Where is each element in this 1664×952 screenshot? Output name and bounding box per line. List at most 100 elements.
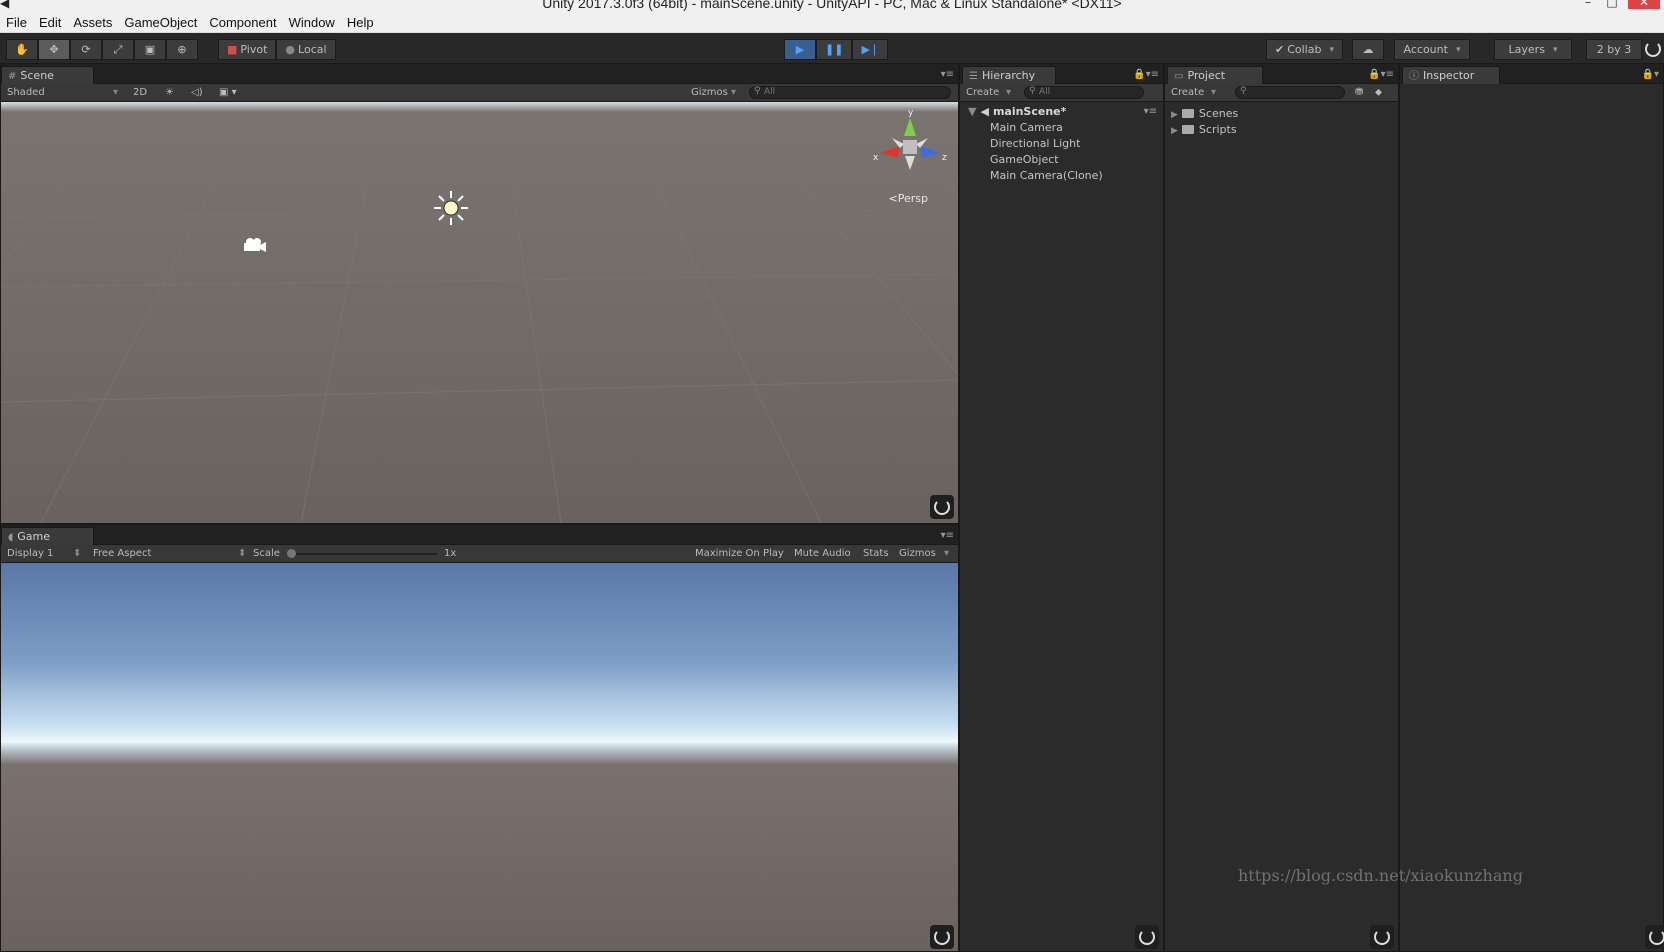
menu-gameobject[interactable]: GameObject xyxy=(118,12,203,33)
mute-audio-toggle[interactable]: Mute Audio xyxy=(794,545,851,562)
gizmos-dropdown[interactable]: Gizmos xyxy=(691,84,728,101)
create-arrow-icon: ▾ xyxy=(1006,87,1012,98)
info-icon: ⓘ xyxy=(1409,71,1419,82)
scale-slider[interactable] xyxy=(287,549,437,558)
camera-icon[interactable] xyxy=(241,236,267,254)
expand-arrow-icon[interactable]: ▼ xyxy=(968,105,976,118)
close-icon[interactable]: ✕ xyxy=(1628,0,1660,9)
orientation-gizmo[interactable]: y x z xyxy=(870,108,950,178)
project-create-button[interactable]: Create xyxy=(1171,84,1204,101)
pause-button[interactable]: ❚❚ xyxy=(816,39,853,60)
pacman-icon: ◖ xyxy=(8,532,14,543)
folder-tab-icon: ▭ xyxy=(1174,71,1184,82)
scene-viewport[interactable]: y x z <Persp xyxy=(1,102,958,523)
tab-game[interactable]: ◖ Game xyxy=(1,527,94,545)
menu-component[interactable]: Component xyxy=(203,12,282,33)
cloud-group: ☁ xyxy=(1352,39,1384,60)
effects-toggle-icon[interactable]: ▣ ▾ xyxy=(219,84,237,101)
audio-toggle-icon[interactable]: ◁) xyxy=(191,84,203,101)
menu-assets[interactable]: Assets xyxy=(67,12,118,33)
menu-help[interactable]: Help xyxy=(341,12,380,33)
menu-window[interactable]: Window xyxy=(283,12,341,33)
hierarchy-create-button[interactable]: Create xyxy=(966,84,999,101)
layout-dropdown[interactable]: 2 by 3 xyxy=(1586,39,1642,60)
shading-dropdown[interactable]: Shaded xyxy=(7,84,45,101)
local-icon: ● xyxy=(285,43,296,56)
folder-icon xyxy=(1181,109,1194,118)
maximize-icon[interactable]: □ xyxy=(1600,0,1624,9)
tab-inspector[interactable]: ⓘ Inspector xyxy=(1402,66,1500,84)
folder-expand-icon[interactable]: ▶ xyxy=(1171,110,1178,120)
cloud-icon[interactable]: ☁ xyxy=(1352,39,1384,60)
hierarchy-search-input[interactable]: All xyxy=(1024,86,1144,99)
gizmo-z-label: z xyxy=(942,153,947,163)
play-button[interactable]: ▶ xyxy=(784,39,816,60)
scale-tool-icon[interactable]: ⤢ xyxy=(102,39,134,60)
scale-slider-thumb[interactable] xyxy=(287,549,296,558)
filter-label-icon[interactable]: ⬥ xyxy=(1375,84,1382,101)
directional-light-icon[interactable] xyxy=(433,190,469,226)
game-loading-icon xyxy=(930,925,954,949)
display-dropdown[interactable]: Display 1 xyxy=(7,545,53,562)
project-create-arrow-icon: ▾ xyxy=(1211,87,1217,98)
game-gizmos-dropdown[interactable]: Gizmos xyxy=(899,545,936,562)
maximize-on-play-toggle[interactable]: Maximize On Play xyxy=(695,545,784,562)
rotate-tool-icon[interactable]: ⟳ xyxy=(70,39,102,60)
pivot-button[interactable]: ■ Pivot xyxy=(218,39,277,60)
projection-toggle[interactable]: <Persp xyxy=(889,192,928,205)
scene-menu-icon[interactable]: ▾≡ xyxy=(1144,106,1157,117)
loading-icon xyxy=(1642,38,1664,60)
tab-hierarchy[interactable]: ☰ Hierarchy xyxy=(962,66,1056,84)
folder-expand-icon[interactable]: ▶ xyxy=(1171,126,1178,136)
tab-scene[interactable]: # Scene xyxy=(1,66,94,84)
gizmos-arrow-icon: ▾ xyxy=(731,87,737,98)
scene-root[interactable]: ▼ ◀ mainScene* xyxy=(968,105,1066,118)
hierarchy-item-main-camera-clone[interactable]: Main Camera(Clone) xyxy=(990,169,1103,182)
game-viewport[interactable] xyxy=(1,563,958,951)
project-toolbar: Create ▾ ⛃ ⬥ xyxy=(1165,84,1398,102)
hierarchy-loading-icon xyxy=(1135,925,1159,949)
game-gizmos-arrow-icon: ▾ xyxy=(944,548,950,559)
menu-file[interactable]: File xyxy=(0,12,33,33)
layers-group: Layers xyxy=(1494,39,1572,60)
transform-tool-icon[interactable]: ⊕ xyxy=(166,39,198,60)
inspector-menu-icon[interactable]: 🔒▾ xyxy=(1642,69,1659,80)
aspect-arrow-icon: ⬍ xyxy=(238,548,247,559)
scene-search-input[interactable]: All xyxy=(749,86,951,99)
inspector-panel: ⓘ Inspector 🔒▾ xyxy=(1399,63,1664,952)
hierarchy-item-gameobject[interactable]: GameObject xyxy=(990,153,1059,166)
pivot-icon: ■ xyxy=(227,43,238,56)
menu-edit[interactable]: Edit xyxy=(33,12,67,33)
move-tool-icon[interactable]: ✥ xyxy=(38,39,70,60)
scene-panel: # Scene ▾≡ Shaded ▾ 2D ☀ ◁) ▣ ▾ Gizmos ▾ … xyxy=(0,63,959,524)
hierarchy-item-directional-light[interactable]: Directional Light xyxy=(990,137,1080,150)
aspect-dropdown[interactable]: Free Aspect xyxy=(93,545,151,562)
hand-tool-icon[interactable]: ✋ xyxy=(6,39,38,60)
project-search-input[interactable] xyxy=(1235,86,1345,99)
inspector-tabbar: ⓘ Inspector 🔒▾ xyxy=(1400,64,1663,84)
hierarchy-item-main-camera[interactable]: Main Camera xyxy=(990,121,1063,134)
filter-type-icon[interactable]: ⛃ xyxy=(1355,84,1363,101)
panel-menu-icon[interactable]: ▾≡ xyxy=(941,69,954,80)
scene-tabbar: # Scene ▾≡ xyxy=(1,64,958,84)
minimize-icon[interactable]: – xyxy=(1576,0,1600,9)
project-loading-icon xyxy=(1370,925,1394,949)
step-button[interactable]: ▶❘ xyxy=(852,39,889,60)
game-panel-menu-icon[interactable]: ▾≡ xyxy=(941,530,954,541)
local-button[interactable]: ● Local xyxy=(276,39,336,60)
folder-scripts[interactable]: ▶ Scripts xyxy=(1171,123,1237,136)
rect-tool-icon[interactable]: ▣ xyxy=(134,39,166,60)
playback-controls: ▶ ❚❚ ▶❘ xyxy=(784,39,889,60)
account-dropdown[interactable]: Account xyxy=(1394,39,1470,60)
project-menu-icon[interactable]: 🔒▾≡ xyxy=(1368,69,1394,80)
layers-dropdown[interactable]: Layers xyxy=(1494,39,1572,60)
transform-tools: ✋ ✥ ⟳ ⤢ ▣ ⊕ xyxy=(6,39,198,60)
lighting-toggle-icon[interactable]: ☀ xyxy=(165,84,174,101)
stats-toggle[interactable]: Stats xyxy=(863,545,889,562)
hierarchy-panel: ☰Hierarchy 🔒▾≡ Create ▾ All ▼◀mainScene*… xyxy=(959,63,1164,952)
tab-project[interactable]: ▭ Project xyxy=(1167,66,1263,84)
mode-2d-toggle[interactable]: 2D xyxy=(133,84,147,101)
collab-button[interactable]: ✔ Collab xyxy=(1266,39,1343,60)
folder-scenes[interactable]: ▶ Scenes xyxy=(1171,107,1238,120)
hierarchy-menu-icon[interactable]: 🔒▾≡ xyxy=(1133,69,1159,80)
